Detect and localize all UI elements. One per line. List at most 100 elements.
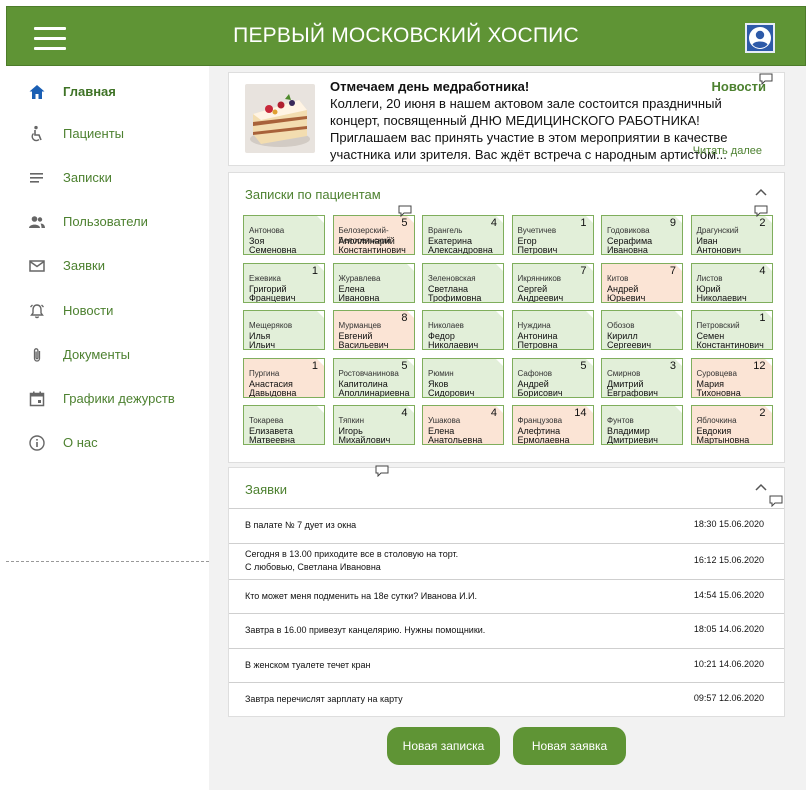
sidebar-item-notes[interactable]: Записки bbox=[6, 161, 209, 193]
patient-note-card[interactable]: Белозерский-Белосельский Аполлинарий Конст… bbox=[332, 215, 415, 255]
patient-last-name: Зеленовская bbox=[428, 273, 476, 283]
sidebar-item-documents[interactable]: Документы bbox=[6, 338, 209, 370]
patient-note-card[interactable]: Пургина Анастасия Давыдовна 1 bbox=[243, 357, 325, 398]
note-count: 2 bbox=[759, 217, 766, 229]
note-count: 7 bbox=[669, 264, 676, 277]
patient-last-name: Ушакова bbox=[428, 416, 461, 425]
patient-middle-name: Николаевич bbox=[428, 340, 479, 350]
chevron-up-icon[interactable] bbox=[754, 482, 768, 492]
patient-note-card[interactable]: Ростовчанинова Капитолина Аполлинариевна 5 bbox=[332, 357, 415, 398]
patient-middle-name: Константинович bbox=[338, 245, 406, 255]
patient-note-card[interactable]: Китов Андрей Юрьевич 7 bbox=[601, 262, 683, 303]
note-count: 5 bbox=[401, 217, 408, 229]
patient-note-card[interactable]: Петровский Семен Константинович 1 bbox=[690, 310, 773, 350]
note-count: 5 bbox=[580, 359, 587, 372]
patient-note-card[interactable]: Врангель Екатерина Александровна 4 bbox=[422, 215, 504, 255]
patient-middle-name: Ивановна bbox=[607, 245, 648, 255]
patient-note-card[interactable]: Николаев Федор Николаевич bbox=[422, 310, 504, 350]
bell-icon bbox=[30, 304, 44, 319]
patient-note-card[interactable]: Тяпкин Игорь Михайлович 4 bbox=[332, 405, 415, 445]
sidebar-item-users[interactable]: Пользователи bbox=[6, 205, 209, 237]
patient-note-card[interactable]: Сафонов Андрей Борисович 5 bbox=[511, 357, 594, 398]
request-text-line: Кто может меня подменить на 18е сутки? И… bbox=[245, 591, 478, 601]
card-corner-fold bbox=[584, 311, 593, 319]
patient-middle-name: Дмитриевич bbox=[607, 435, 658, 445]
patient-note-card[interactable]: Суровцева Мария Тихоновна 12 bbox=[690, 357, 773, 398]
comment-bubble-icon[interactable] bbox=[759, 73, 773, 85]
patient-middle-name: Евграфович bbox=[607, 387, 658, 398]
patient-note-card[interactable]: Вучетичев Егор Петрович 1 bbox=[511, 215, 594, 255]
patient-middle-name: Матвеевна bbox=[249, 435, 295, 445]
comment-bubble-icon[interactable] bbox=[754, 205, 768, 217]
comment-bubble-icon[interactable] bbox=[769, 495, 783, 507]
patient-note-card[interactable]: Мурманцев Евгений Васильевич 8 bbox=[332, 310, 415, 350]
patient-last-name: Вучетичев bbox=[517, 226, 557, 235]
request-row[interactable]: Сегодня в 13.00 приходите все в столовую… bbox=[229, 543, 784, 579]
patient-note-card[interactable]: Токарева Елизавета Матвеевна bbox=[243, 405, 325, 445]
patient-middle-name: Давыдовна bbox=[249, 387, 297, 398]
patient-middle-name: Тихоновна bbox=[696, 387, 741, 398]
info-icon bbox=[29, 435, 45, 451]
patient-middle-name: Сергеевич bbox=[607, 340, 652, 350]
sidebar-item-about[interactable]: О нас bbox=[6, 426, 209, 458]
sidebar: Главная Пациенты Записки Пользователи За… bbox=[6, 66, 209, 804]
read-more-link[interactable]: Читать далее bbox=[693, 145, 762, 157]
patient-last-name: Тяпкин bbox=[338, 416, 365, 425]
request-text-line: Завтра в 16.00 привезут канцелярию. Нужн… bbox=[245, 625, 486, 635]
sidebar-item-label: Графики дежурств bbox=[63, 391, 175, 406]
comment-bubble-icon[interactable] bbox=[398, 205, 412, 217]
request-row[interactable]: Завтра в 16.00 привезут канцелярию. Нужн… bbox=[229, 613, 784, 647]
chevron-up-icon[interactable] bbox=[754, 187, 768, 197]
new-note-button[interactable]: Новая записка bbox=[387, 727, 500, 765]
sidebar-item-requests[interactable]: Заявки bbox=[6, 249, 209, 281]
note-count: 1 bbox=[759, 312, 766, 324]
patient-note-card[interactable]: Зеленовская Светлана Трофимовна bbox=[422, 262, 504, 303]
patient-last-name: Икрянников bbox=[517, 273, 562, 283]
patient-note-card[interactable]: Смирнов Дмитрий Евграфович 3 bbox=[601, 357, 683, 398]
patient-last-name: Николаев bbox=[428, 321, 464, 330]
comment-bubble-icon[interactable] bbox=[375, 465, 389, 477]
note-count: 1 bbox=[311, 359, 318, 372]
patient-middle-name: Николаевич bbox=[696, 292, 747, 303]
patient-note-card[interactable]: Яблочкина Евдокия Мартыновна 2 bbox=[690, 405, 773, 445]
request-row[interactable]: Завтра перечислят зарплату на карту 09:57… bbox=[229, 682, 784, 716]
patient-last-name: Фунтов bbox=[607, 416, 634, 425]
cake-image bbox=[245, 84, 315, 153]
note-count: 4 bbox=[490, 407, 497, 419]
sidebar-item-schedules[interactable]: Графики дежурств bbox=[6, 382, 209, 414]
note-count: 4 bbox=[401, 407, 408, 419]
patient-note-card[interactable]: Обозов Кирилл Сергеевич bbox=[601, 310, 683, 350]
patient-middle-name: Аполлинариевна bbox=[338, 387, 410, 398]
request-text: Завтра в 16.00 привезут канцелярию. Нужн… bbox=[245, 624, 485, 637]
patient-note-card[interactable]: Икрянников Сергей Андреевич 7 bbox=[511, 262, 594, 303]
sidebar-item-patients[interactable]: Пациенты bbox=[6, 117, 209, 149]
patient-note-card[interactable]: Листов Юрий Николаевич 4 bbox=[690, 262, 773, 303]
patient-note-card[interactable]: Годовикова Серафима Ивановна 9 bbox=[601, 215, 683, 255]
patient-note-card[interactable]: Нуждина Антонина Петровна bbox=[511, 310, 594, 350]
request-text-line: С любовью, Светлана Ивановна bbox=[245, 562, 381, 572]
patient-note-card[interactable]: Журавлева Елена Ивановна bbox=[332, 262, 415, 303]
request-row[interactable]: В женском туалете течет кран 10:21 14.06.… bbox=[229, 648, 784, 682]
card-corner-fold bbox=[674, 311, 682, 319]
patient-note-card[interactable]: Мещеряков Илья Ильич bbox=[243, 310, 325, 350]
patient-notes-panel: Записки по пациентам Антонова Зоя Семеновн… bbox=[228, 172, 785, 463]
patient-note-card[interactable]: Фунтов Владимир Дмитриевич bbox=[601, 405, 683, 445]
app-header: ПЕРВЫЙ МОСКОВСКИЙ ХОСПИС bbox=[6, 6, 806, 66]
note-count: 1 bbox=[580, 217, 587, 229]
sidebar-item-home[interactable]: Главная bbox=[6, 75, 209, 107]
patient-note-card[interactable]: Антонова Зоя Семеновна bbox=[243, 215, 325, 255]
patient-note-card[interactable]: Ежевика Григорий Францевич 1 bbox=[243, 262, 325, 303]
sidebar-item-news[interactable]: Новости bbox=[6, 294, 209, 326]
news-category-link[interactable]: Новости bbox=[711, 79, 766, 94]
news-card[interactable]: Отмечаем день медработника! Коллеги, 20 … bbox=[228, 72, 785, 166]
user-avatar-icon[interactable] bbox=[745, 23, 775, 53]
request-row[interactable]: В палате № 7 дует из окна 18:30 15.06.202… bbox=[229, 508, 784, 542]
patient-note-card[interactable]: Французова Алефтина Ермолаевна 14 bbox=[511, 405, 594, 445]
patient-middle-name: Мартыновна bbox=[696, 435, 750, 445]
patient-middle-name: Васильевич bbox=[338, 340, 389, 350]
patient-note-card[interactable]: Ушакова Елена Анатольевна 4 bbox=[422, 405, 504, 445]
patient-note-card[interactable]: Рюмин Яков Сидорович bbox=[422, 357, 504, 398]
new-request-button[interactable]: Новая заявка bbox=[513, 727, 626, 765]
request-row[interactable]: Кто может меня подменить на 18е сутки? И… bbox=[229, 579, 784, 613]
patient-note-card[interactable]: Драгунский Иван Антонович 2 bbox=[690, 215, 773, 255]
